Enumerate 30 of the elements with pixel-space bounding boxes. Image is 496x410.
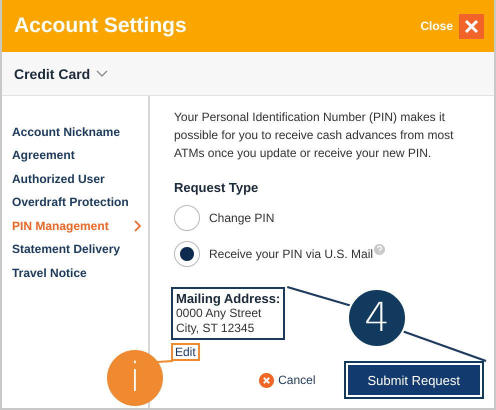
section-heading: Request Type: [174, 180, 260, 195]
address-line: 0000 Any Street: [176, 306, 262, 321]
submit-button[interactable]: Submit Request: [348, 365, 480, 395]
sidebar-item[interactable]: Statement Delivery: [12, 238, 148, 261]
radio-button[interactable]: [174, 241, 200, 267]
sidebar-item[interactable]: Travel Notice: [12, 261, 148, 284]
address-heading: Mailing Address:: [176, 291, 280, 306]
callout-badge: 4: [347, 288, 407, 348]
leader-line: [156, 360, 174, 363]
close-button[interactable]: [459, 14, 484, 38]
callout-badge: i: [107, 350, 163, 406]
sidebar-item[interactable]: Agreement: [12, 144, 148, 167]
address-line: City, ST 12345: [176, 321, 256, 336]
cancel-button[interactable]: Cancel: [259, 372, 316, 388]
chevron-right-icon: [134, 220, 142, 232]
option-label: Change PIN: [209, 211, 274, 225]
sidebar-item[interactable]: Overdraft Protection: [12, 190, 148, 214]
sidebar-item[interactable]: Authorized User: [12, 167, 148, 190]
account-dropdown[interactable]: Credit Card: [14, 66, 108, 82]
edit-link[interactable]: Edit: [171, 343, 200, 361]
window-title: Account Settings: [14, 14, 188, 38]
chevron-down-icon: [96, 70, 108, 78]
sidebar-item[interactable]: Account Nickname: [12, 120, 148, 144]
help-icon[interactable]: [374, 244, 386, 254]
cancel-icon: [259, 372, 274, 388]
radio-button[interactable]: [174, 205, 200, 231]
close-icon: [464, 18, 479, 34]
option-label: Receive your PIN via U.S. Mail: [209, 247, 374, 261]
leader-line: [286, 286, 352, 307]
description-text: Your Personal Identification Number (PIN) makes it possible for you to receive cash advances from most ATMs once you update or receive your new PIN.: [174, 109, 454, 162]
